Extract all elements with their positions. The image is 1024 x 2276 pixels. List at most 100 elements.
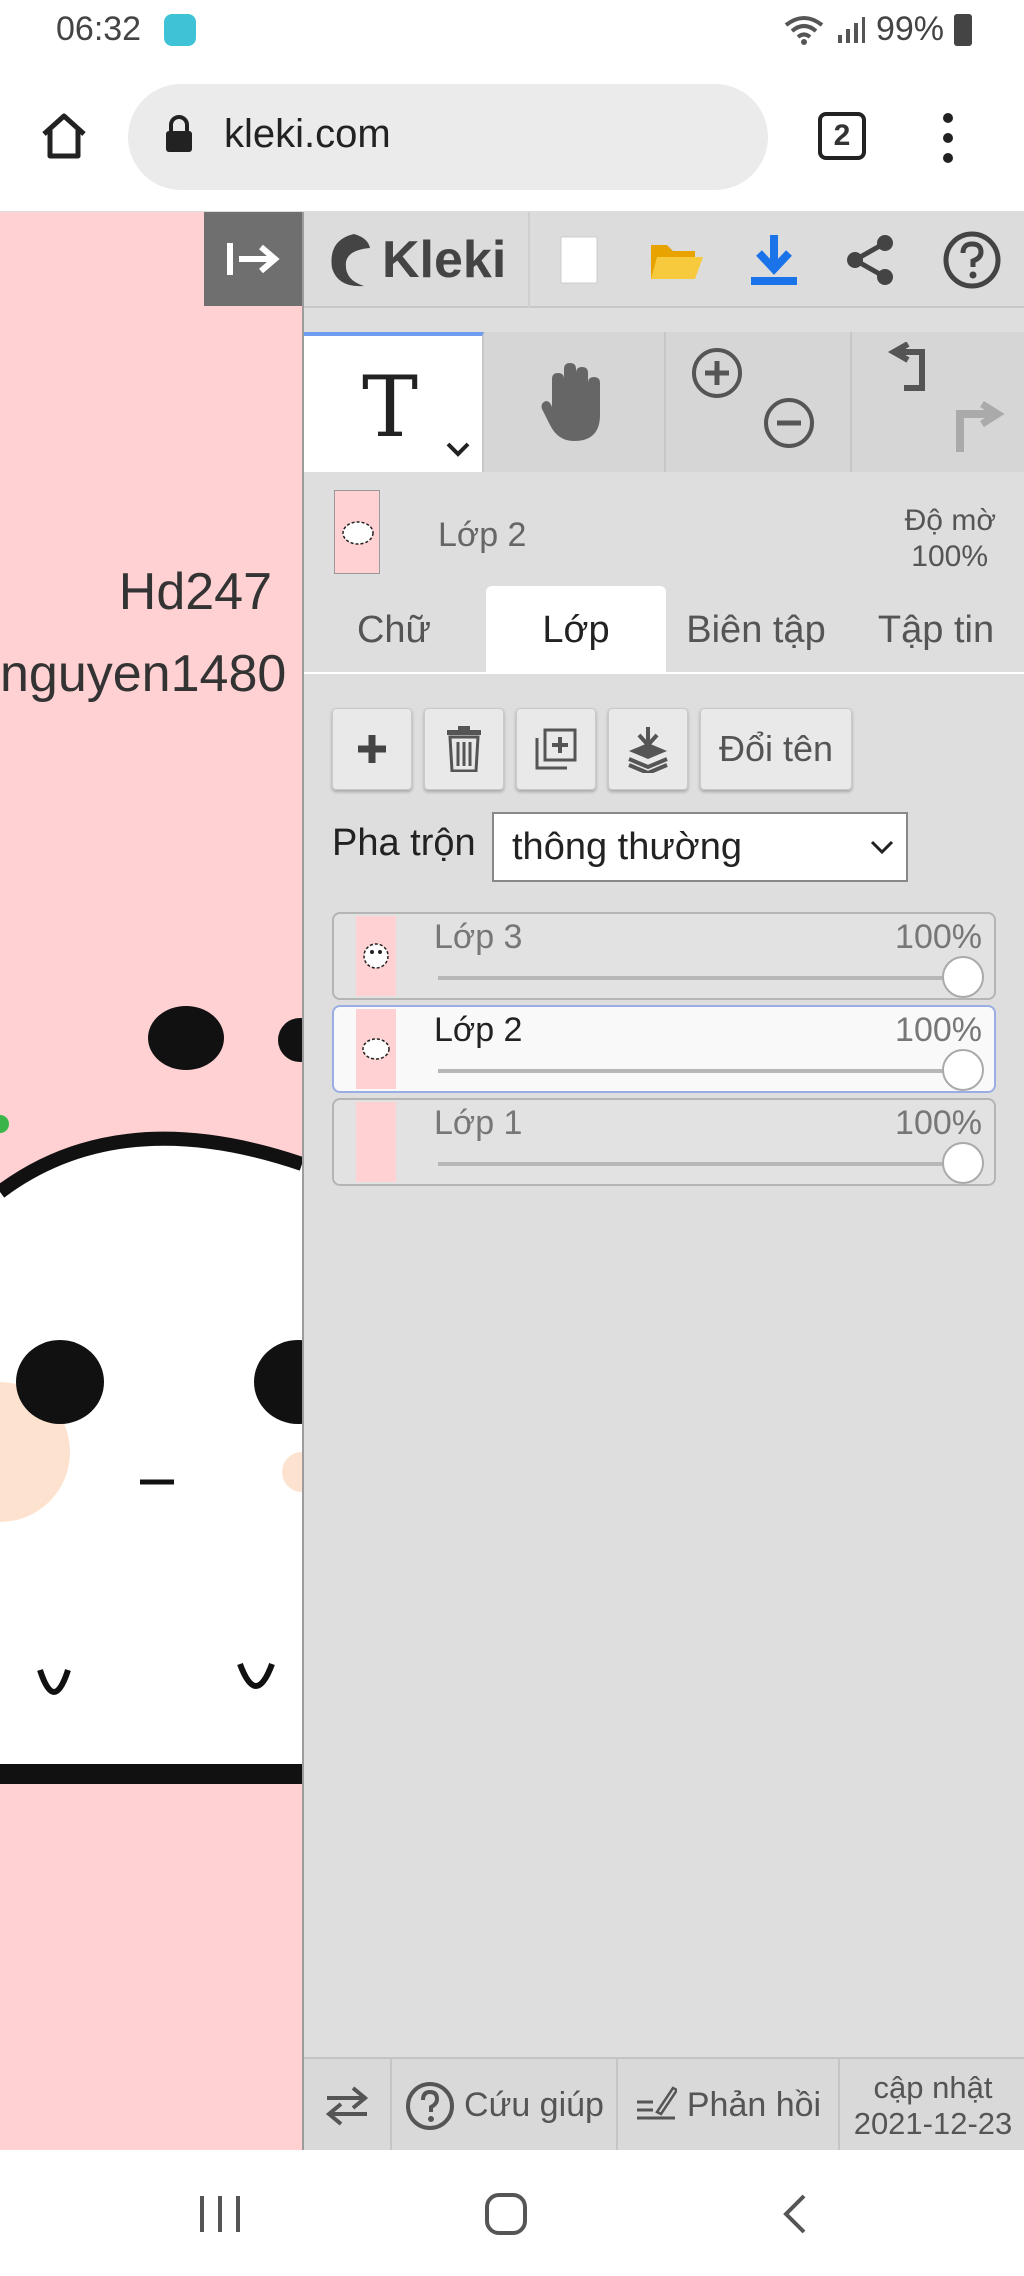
home-nav-icon[interactable] [484, 2192, 528, 2236]
menu-icon[interactable] [934, 110, 962, 166]
tabs-button[interactable]: 2 [818, 112, 866, 160]
system-nav-bar [0, 2150, 1024, 2276]
blend-mode-value: thông thường [512, 825, 742, 868]
app-topbar: Kleki [304, 212, 1024, 308]
thumb-shape [362, 1038, 390, 1060]
thumb-shape [342, 521, 374, 545]
opacity-slider-track[interactable] [438, 976, 968, 980]
help-link[interactable]: Cứu giúp [392, 2059, 618, 2152]
help-icon [406, 2081, 455, 2130]
logo-text: Kleki [382, 231, 507, 289]
feedback-icon [636, 2085, 677, 2119]
wifi-icon [784, 15, 824, 45]
open-button[interactable] [628, 212, 726, 308]
home-icon[interactable] [36, 108, 92, 164]
signal-icon [837, 16, 865, 43]
url-text: kleki.com [224, 112, 391, 156]
swap-icon [325, 2085, 369, 2126]
layer-thumbnail [356, 1102, 396, 1182]
panel-tabs: Chữ Lớp Biên tập Tập tin [304, 586, 1024, 674]
layer-name: Lớp 2 [434, 1011, 523, 1049]
new-button[interactable] [528, 212, 628, 308]
battery-percent: 99% [875, 10, 944, 48]
lock-icon [166, 115, 192, 152]
current-layer-name: Lớp 2 [438, 516, 527, 554]
collapse-icon [227, 243, 280, 275]
merge-layer-button[interactable] [608, 708, 688, 790]
redo-icon[interactable] [946, 400, 1006, 456]
zoom-in-icon[interactable] [690, 346, 744, 400]
blend-mode-select[interactable]: thông thường [492, 812, 908, 882]
opacity-slider-handle[interactable] [942, 1049, 984, 1091]
layer-name: Lớp 3 [434, 918, 523, 956]
current-layer-info: Lớp 2 Độ mờ 100% [304, 476, 1024, 576]
text-tool-button[interactable]: T [304, 332, 484, 472]
rename-layer-button[interactable]: Đổi tên [700, 708, 852, 790]
canvas-text-line2: nguyen1480 [0, 645, 287, 703]
download-button[interactable] [726, 212, 822, 308]
layer-name: Lớp 1 [434, 1104, 523, 1142]
history-group [852, 332, 1024, 472]
hand-tool-button[interactable] [484, 332, 666, 472]
layer-opacity: 100% [895, 1011, 982, 1049]
opacity-slider-track[interactable] [438, 1069, 968, 1073]
canvas-drawing [0, 1006, 302, 1784]
chevron-down-icon [870, 840, 894, 855]
delete-icon [447, 726, 481, 772]
swap-side-button[interactable] [304, 2059, 392, 2152]
layer-item[interactable]: Lớp 1 100% [332, 1098, 996, 1186]
tab-layers[interactable]: Lớp [486, 586, 666, 674]
undo-icon[interactable] [882, 342, 938, 398]
feedback-label: Phản hồi [686, 2086, 822, 2124]
opacity-slider-handle[interactable] [942, 1142, 984, 1184]
help-button[interactable] [918, 212, 1024, 308]
tab-text[interactable]: Chữ [304, 586, 484, 674]
merge-icon [628, 727, 668, 773]
open-icon [651, 245, 703, 279]
help-icon [943, 231, 1001, 289]
tab-count: 2 [833, 119, 851, 152]
update-info[interactable]: cập nhật 2021-12-23 [840, 2059, 1024, 2152]
tab-edit[interactable]: Biên tập [666, 586, 846, 674]
app-notification-icon [164, 14, 196, 46]
share-button[interactable] [822, 212, 918, 308]
layer-item-selected[interactable]: Lớp 2 100% [332, 1005, 996, 1093]
status-time: 06:32 [56, 10, 142, 48]
address-bar[interactable]: kleki.com [128, 84, 768, 190]
zoom-out-icon[interactable] [762, 396, 816, 450]
layer-thumbnail [356, 1009, 396, 1089]
download-icon [751, 235, 797, 285]
recent-apps-icon[interactable] [198, 2194, 242, 2234]
thumb-shape [363, 943, 389, 969]
tab-file[interactable]: Tập tin [846, 586, 1024, 674]
opacity-label: Độ mờ [904, 504, 996, 537]
delete-layer-button[interactable] [424, 708, 504, 790]
canvas-text-line1: Hd247 [118, 563, 272, 621]
layer-opacity: 100% [895, 918, 982, 956]
duplicate-layer-button[interactable] [516, 708, 596, 790]
tool-row: T [304, 332, 1024, 472]
browser-toolbar: kleki.com 2 [0, 62, 1024, 212]
current-layer-thumbnail [334, 490, 380, 574]
kleki-logo: Kleki [324, 222, 506, 298]
opacity-slider-track[interactable] [438, 1162, 968, 1166]
svg-text:T: T [362, 364, 418, 444]
back-icon[interactable] [780, 2192, 810, 2236]
zoom-group [666, 332, 852, 472]
opacity-slider-handle[interactable] [942, 956, 984, 998]
drawing-canvas[interactable]: Hd247 nguyen1480 [0, 212, 302, 2150]
layer-item[interactable]: Lớp 3 100% [332, 912, 996, 1000]
chevron-down-icon[interactable] [446, 442, 470, 458]
update-label: cập nhật [873, 2069, 993, 2105]
feedback-link[interactable]: Phản hồi [618, 2059, 840, 2152]
layer-thumbnail [356, 916, 396, 996]
text-tool-icon: T [362, 364, 418, 444]
duplicate-icon [535, 728, 577, 770]
collapse-panel-button[interactable] [204, 212, 302, 306]
update-date: 2021-12-23 [853, 2105, 1013, 2141]
add-layer-button[interactable] [332, 708, 412, 790]
panel-bottom-bar: Cứu giúp Phản hồi cập nhật 2021-12-23 [304, 2057, 1024, 2152]
status-icons: 99% [782, 10, 972, 49]
layer-opacity: 100% [895, 1104, 982, 1142]
add-layer-icon [358, 735, 386, 763]
